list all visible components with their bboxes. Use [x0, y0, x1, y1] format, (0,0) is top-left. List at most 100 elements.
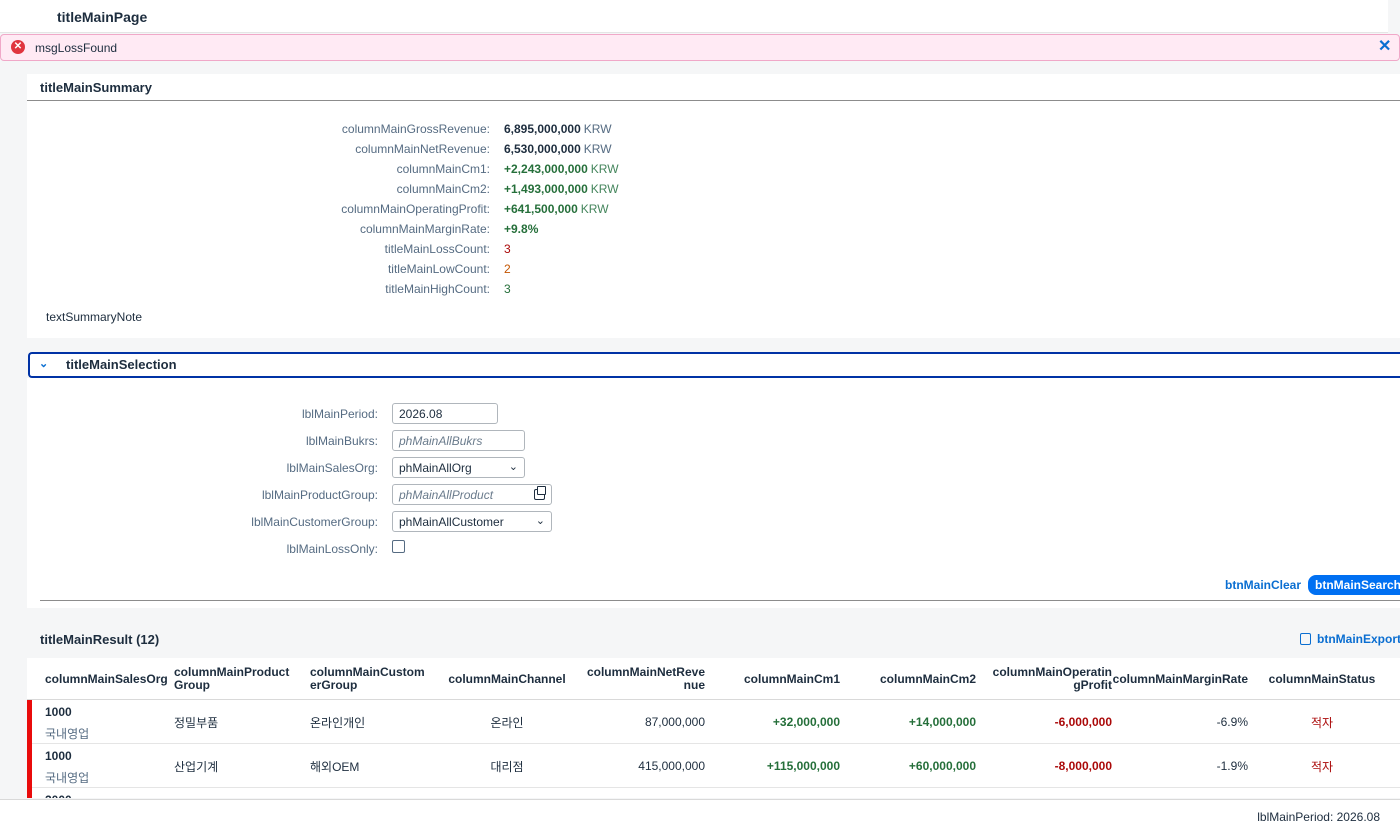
search-button[interactable]: btnMainSearch	[1308, 575, 1400, 595]
selection-panel: lblMainPeriod: 2026.08 lblMainBukrs: phM…	[27, 378, 1400, 608]
column-header-status[interactable]: columnMainStatus	[1259, 658, 1385, 700]
summary-label: titleMainHighCount:	[385, 282, 490, 296]
sales-org-select[interactable]: phMainAllOrg ⌄	[392, 457, 525, 478]
export-icon	[1300, 633, 1311, 645]
loss-only-checkbox[interactable]	[392, 540, 405, 553]
summary-row-loss-count: titleMainLossCount: 3	[27, 242, 727, 258]
bukrs-row: lblMainBukrs: phMainAllBukrs	[27, 430, 727, 452]
cm2-cell: +60,000,000	[908, 759, 976, 773]
column-header-cm1[interactable]: columnMainCm1	[727, 658, 840, 700]
result-table: columnMainSalesOrg columnMainProductGrou…	[27, 658, 1400, 798]
period-row: lblMainPeriod: 2026.08	[27, 403, 727, 425]
net-revenue-cell: 415,000,000	[638, 759, 705, 773]
result-title: titleMainResult (12)	[40, 632, 160, 647]
summary-row-low-count: titleMainLowCount: 2	[27, 262, 727, 278]
table-row[interactable]: 1000 국내영업 산업기계 해외OEM 대리점 415,000,000 +11…	[27, 744, 1400, 788]
summary-row-high-count: titleMainHighCount: 3	[27, 282, 727, 298]
divider	[27, 100, 1400, 101]
summary-value: +2,243,000,000 KRW	[504, 162, 619, 176]
footer-period: lblMainPeriod: 2026.08	[1257, 810, 1380, 824]
period-input[interactable]: 2026.08	[392, 403, 498, 424]
summary-label: columnMainNetRevenue:	[355, 142, 490, 156]
summary-value: +9.8%	[504, 222, 539, 236]
page-title: titleMainPage	[57, 9, 148, 25]
summary-label: columnMainOperatingProfit:	[341, 202, 490, 216]
channel-cell: 대리점	[490, 760, 524, 774]
column-header-channel[interactable]: columnMainChannel	[447, 658, 567, 700]
summary-panel: titleMainSummary columnMainGrossRevenue:…	[27, 74, 1400, 338]
selection-title: titleMainSelection	[66, 357, 177, 372]
org-code: 1000	[45, 749, 72, 763]
chevron-down-icon: ⌄	[508, 461, 518, 473]
column-header-customer-group[interactable]: columnMainCustomerGroup	[310, 658, 430, 700]
period-label: lblMainPeriod:	[301, 407, 378, 421]
summary-label: titleMainLowCount:	[387, 262, 490, 276]
cm1-cell: +115,000,000	[766, 759, 840, 773]
customer-cell: 온라인개인	[310, 716, 366, 730]
net-revenue-cell: 87,000,000	[644, 715, 705, 729]
chevron-down-icon: ⌄	[535, 515, 545, 527]
summary-value: 2	[504, 262, 511, 276]
summary-label: columnMainCm2:	[396, 182, 490, 196]
selection-panel-header[interactable]: ⌄ titleMainSelection	[28, 352, 1400, 378]
error-message-strip: ✕ msgLossFound ✕	[0, 34, 1400, 61]
org-name: 국내영업	[45, 727, 90, 741]
bukrs-input[interactable]: phMainAllBukrs	[392, 430, 525, 451]
column-header-cm2[interactable]: columnMainCm2	[857, 658, 976, 700]
loss-indicator	[27, 744, 32, 788]
org-code: 2000	[45, 793, 72, 798]
org-code: 1000	[45, 705, 72, 719]
table-row[interactable]: 1000 국내영업 정밀부품 온라인개인 온라인 87,000,000 +32,…	[27, 700, 1400, 744]
summary-value: 6,530,000,000 KRW	[504, 142, 612, 156]
customer-group-select[interactable]: phMainAllCustomer ⌄	[392, 511, 552, 532]
column-header-product-group[interactable]: columnMainProductGroup	[174, 658, 294, 700]
summary-row-net-revenue: columnMainNetRevenue: 6,530,000,000 KRW	[27, 142, 727, 158]
summary-row-margin-rate: columnMainMarginRate: +9.8%	[27, 222, 727, 238]
product-cell: 산업기계	[174, 760, 219, 774]
table-header: columnMainSalesOrg columnMainProductGrou…	[27, 658, 1400, 700]
summary-value: 3	[504, 242, 511, 256]
summary-value: +1,493,000,000 KRW	[504, 182, 619, 196]
margin-rate-cell: -1.9%	[1216, 759, 1248, 773]
summary-label: columnMainCm1:	[396, 162, 490, 176]
summary-label: titleMainLossCount:	[384, 242, 490, 256]
sales-org-row: lblMainSalesOrg: phMainAllOrg ⌄	[27, 457, 727, 479]
loss-only-row: lblMainLossOnly:	[27, 538, 727, 560]
clear-button[interactable]: btnMainClear	[1225, 578, 1301, 592]
cm2-cell: +14,000,000	[908, 715, 976, 729]
status-badge: 적자	[1310, 760, 1334, 774]
summary-row-gross-revenue: columnMainGrossRevenue: 6,895,000,000 KRW	[27, 122, 727, 138]
summary-value: +641,500,000 KRW	[504, 202, 609, 216]
cm1-cell: +32,000,000	[772, 715, 840, 729]
close-icon[interactable]: ✕	[1378, 38, 1391, 56]
summary-value: 6,895,000,000 KRW	[504, 122, 612, 136]
bukrs-label: lblMainBukrs:	[305, 434, 378, 448]
divider	[40, 600, 1400, 601]
table-row[interactable]: 2000	[27, 788, 1400, 798]
export-button[interactable]: btnMainExportC	[1300, 632, 1400, 646]
operating-profit-cell: -8,000,000	[1054, 759, 1112, 773]
value-help-icon[interactable]	[534, 486, 546, 500]
sales-org-label: lblMainSalesOrg:	[286, 461, 378, 475]
summary-row-cm1: columnMainCm1: +2,243,000,000 KRW	[27, 162, 727, 178]
summary-label: columnMainGrossRevenue:	[341, 122, 490, 136]
summary-title: titleMainSummary	[40, 80, 152, 95]
org-name: 국내영업	[45, 771, 90, 785]
product-group-label: lblMainProductGroup:	[261, 488, 378, 502]
column-header-margin-rate[interactable]: columnMainMarginRate	[1113, 658, 1248, 700]
loss-indicator	[27, 700, 32, 744]
product-group-input[interactable]: phMainAllProduct	[392, 484, 552, 505]
footer-bar: lblMainPeriod: 2026.08	[0, 799, 1400, 833]
product-cell: 정밀부품	[174, 716, 219, 730]
customer-group-label: lblMainCustomerGroup:	[251, 515, 378, 529]
chevron-down-icon[interactable]: ⌄	[39, 357, 48, 370]
status-badge: 적자	[1310, 716, 1334, 730]
customer-cell: 해외OEM	[310, 760, 360, 774]
summary-value: 3	[504, 282, 511, 296]
column-header-operating-profit[interactable]: columnMainOperatingProfit	[987, 658, 1112, 700]
customer-group-row: lblMainCustomerGroup: phMainAllCustomer ⌄	[27, 511, 727, 533]
column-header-net-revenue[interactable]: columnMainNetRevenue	[580, 658, 705, 700]
page-header: titleMainPage	[0, 0, 1388, 33]
column-header-sales-org[interactable]: columnMainSalesOrg	[45, 658, 168, 700]
message-text: msgLossFound	[35, 41, 118, 55]
